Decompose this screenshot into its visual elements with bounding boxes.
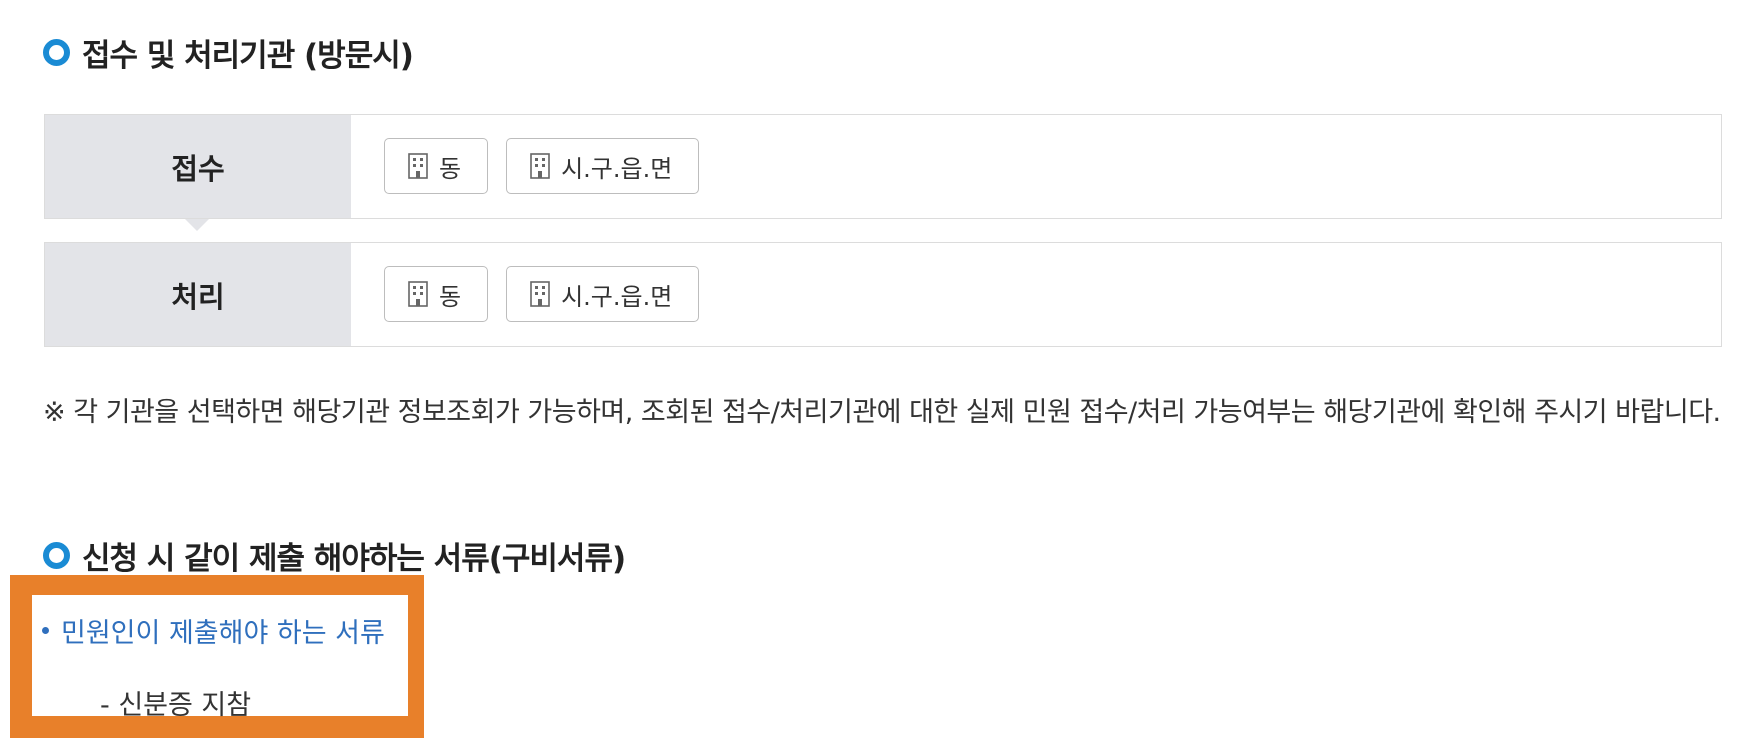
required-documents-box: 민원인이 제출해야 하는 서류 - 신분증 지참 xyxy=(32,595,408,721)
building-icon xyxy=(408,153,428,179)
reception-sigu-button[interactable]: 시.구.읍.면 xyxy=(506,138,700,194)
building-icon xyxy=(530,153,550,179)
required-documents-heading: 민원인이 제출해야 하는 서류 xyxy=(42,611,385,650)
process-sigu-label: 시.구.읍.면 xyxy=(561,282,673,311)
circle-bullet-icon xyxy=(43,39,70,66)
required-document-item: - 신분증 지참 xyxy=(100,690,252,721)
offices-title-text: 접수 및 처리기관 (방문시) xyxy=(82,38,414,74)
circle-bullet-icon xyxy=(43,542,70,569)
office-notice-text: ※ 각 기관을 선택하면 해당기관 정보조회가 가능하며, 조회된 접수/처리기… xyxy=(43,397,1721,428)
process-office-row: 처리 동 시.구.읍.면 xyxy=(44,242,1722,347)
reception-office-row: 접수 동 시.구.읍.면 xyxy=(44,114,1722,219)
process-dong-button[interactable]: 동 xyxy=(384,266,489,322)
process-sigu-button[interactable]: 시.구.읍.면 xyxy=(506,266,700,322)
process-row-label: 처리 xyxy=(45,243,351,346)
process-office-buttons: 동 시.구.읍.면 xyxy=(384,266,700,322)
highlight-frame: 민원인이 제출해야 하는 서류 - 신분증 지참 xyxy=(10,575,424,738)
documents-section-title: 신청 시 같이 제출 해야하는 서류(구비서류) xyxy=(43,533,626,578)
documents-title-text: 신청 시 같이 제출 해야하는 서류(구비서류) xyxy=(82,541,626,577)
reception-dong-label: 동 xyxy=(439,154,462,183)
bullet-dot-icon xyxy=(42,627,49,634)
reception-office-buttons: 동 시.구.읍.면 xyxy=(384,138,700,194)
reception-dong-button[interactable]: 동 xyxy=(384,138,489,194)
offices-section-title: 접수 및 처리기관 (방문시) xyxy=(43,30,414,75)
process-dong-label: 동 xyxy=(439,282,462,311)
building-icon xyxy=(408,281,428,307)
reception-sigu-label: 시.구.읍.면 xyxy=(561,154,673,183)
building-icon xyxy=(530,281,550,307)
flow-arrow-icon xyxy=(185,219,209,231)
required-documents-heading-text: 민원인이 제출해야 하는 서류 xyxy=(61,618,385,649)
reception-row-label: 접수 xyxy=(45,115,351,218)
